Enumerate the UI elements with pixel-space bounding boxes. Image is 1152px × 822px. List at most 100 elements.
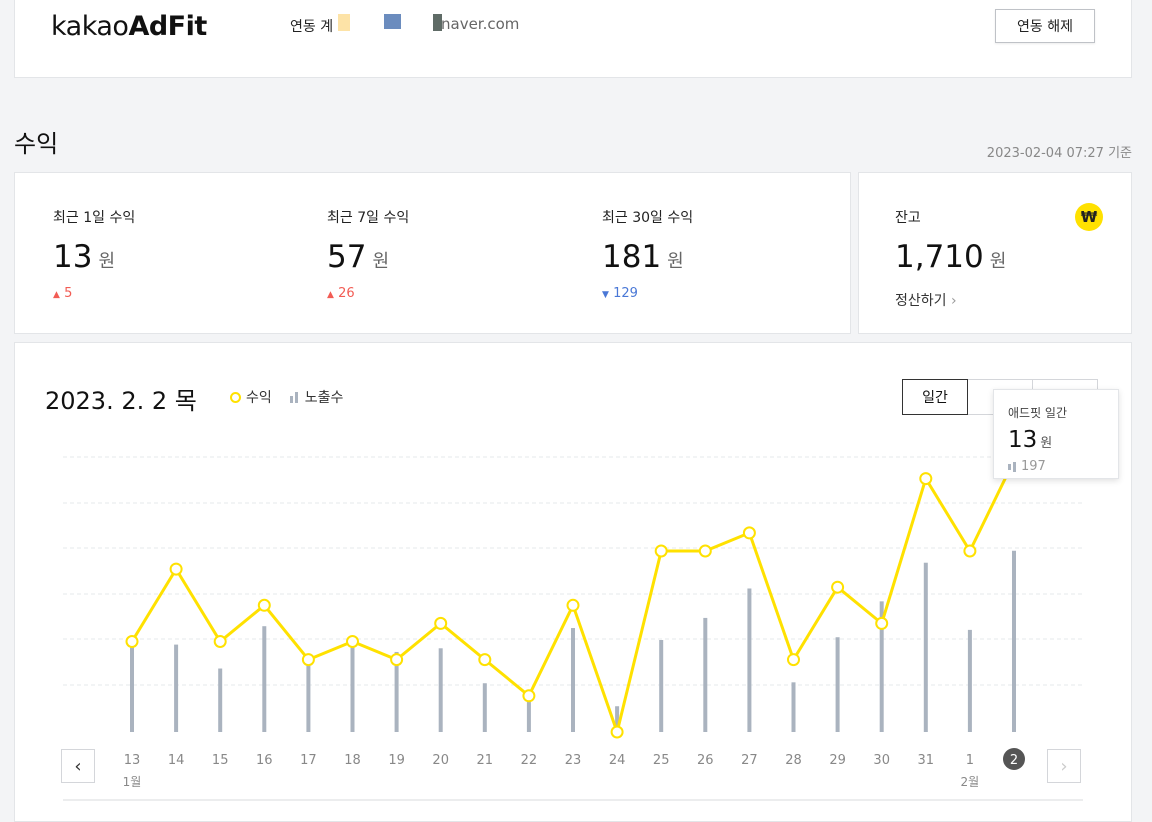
revenue-point — [698, 544, 712, 558]
chart-next-button[interactable]: › — [1047, 749, 1081, 783]
x-tick-label: 31 — [918, 753, 935, 768]
month-label: 2월 — [961, 775, 980, 789]
chevron-right-icon: › — [1060, 755, 1068, 777]
balance-label: 잔고 — [895, 210, 921, 226]
logo-light-text: kakao — [51, 11, 129, 42]
revenue-point — [654, 544, 668, 558]
revenue-point — [522, 689, 536, 703]
impression-bar — [703, 617, 708, 732]
impression-bar — [438, 648, 443, 732]
tab-daily[interactable]: 일간 — [902, 379, 968, 415]
revenue-point — [434, 616, 448, 630]
chart-tooltip: 애드핏 일간 13 원 197 — [993, 389, 1119, 479]
stat-value: 57 원 — [327, 239, 390, 275]
impression-bar — [130, 640, 134, 732]
chevron-right-icon: › — [950, 293, 957, 309]
impression-bar — [747, 588, 752, 732]
revenue-point — [742, 526, 756, 540]
won-coin-icon: ₩ — [1075, 203, 1103, 231]
revenue-point — [610, 725, 624, 739]
x-tick-label: 17 — [300, 753, 317, 768]
unlink-button[interactable]: 연동 해제 — [995, 9, 1095, 43]
impression-bar — [571, 628, 575, 732]
triangle-up-icon: ▲ — [327, 290, 334, 300]
account-swatch-2 — [384, 14, 401, 29]
stat-value: 13 원 — [53, 239, 116, 275]
stat-label: 최근 7일 수익 — [327, 210, 410, 226]
impression-bar — [835, 637, 840, 732]
x-tick-label: 21 — [477, 753, 494, 768]
x-tick-label: 26 — [697, 753, 714, 768]
x-tick-label: 27 — [741, 753, 758, 768]
revenue-point — [787, 653, 800, 667]
x-tick-label: 18 — [344, 753, 361, 768]
chart-prev-button[interactable]: ‹ — [61, 749, 95, 783]
stat-change-down: ▼ 129 — [602, 286, 638, 301]
chevron-left-icon: ‹ — [74, 755, 82, 777]
revenue-point — [390, 653, 404, 667]
stat-7day: 최근 7일 수익 57 원 ▲ 26 — [327, 207, 409, 301]
tooltip-value: 13 원 — [1008, 427, 1053, 453]
stat-1day: 최근 1일 수익 13 원 ▲ 5 — [53, 207, 135, 301]
impression-bar — [174, 644, 179, 732]
stat-30day: 최근 30일 수익 181 원 ▼ 129 — [602, 207, 693, 301]
tooltip-title: 애드핏 일간 — [1008, 406, 1068, 420]
x-tick-label: 1 — [966, 753, 974, 768]
revenue-point — [566, 598, 580, 612]
account-swatch-1 — [338, 14, 350, 31]
x-tick-label: 29 — [829, 753, 846, 768]
triangle-down-icon: ▼ — [602, 290, 609, 300]
x-tick-label: 20 — [432, 753, 449, 768]
balance-card: 잔고 1,710 원 정산하기 › ₩ — [858, 172, 1132, 334]
stat-value: 181 원 — [602, 239, 684, 275]
revenue-point — [257, 598, 271, 612]
stat-label: 최근 1일 수익 — [53, 210, 136, 226]
revenue-point — [963, 544, 977, 558]
stat-change-up: ▲ 26 — [327, 286, 355, 301]
x-tick-label: 13 — [124, 753, 141, 768]
x-tick-label: 30 — [873, 753, 890, 768]
x-tick-label: 2 — [1010, 753, 1018, 768]
linked-account-text: naver.com — [441, 15, 520, 33]
revenue-point — [919, 472, 933, 486]
section-title: 수익 — [14, 130, 59, 158]
revenue-stats-card: 최근 1일 수익 13 원 ▲ 5 최근 7일 수익 57 원 ▲ 26 최근 30… — [14, 172, 851, 334]
x-tick-label: 16 — [256, 753, 273, 768]
as-of-timestamp: 2023-02-04 07:27 기준 — [986, 146, 1132, 161]
revenue-point — [169, 562, 183, 576]
balance-stat: 잔고 1,710 원 정산하기 › — [895, 207, 1006, 310]
impression-bar — [482, 683, 487, 732]
header-bar: kakaoAdFit 연동 계 naver.com 연동 해제 — [14, 0, 1132, 78]
revenue-point — [831, 580, 845, 594]
stat-change-up: ▲ 5 — [53, 286, 73, 301]
impression-bar — [218, 668, 223, 732]
x-tick-label: 22 — [521, 753, 538, 768]
x-tick-label: 15 — [212, 753, 229, 768]
x-tick-label: 24 — [609, 753, 626, 768]
impression-bar — [791, 682, 796, 732]
x-tick-label: 25 — [653, 753, 670, 768]
stat-label: 최근 30일 수익 — [602, 210, 694, 226]
tooltip-impressions: 197 — [1008, 459, 1118, 474]
impression-bar — [306, 663, 311, 732]
settle-link[interactable]: 정산하기 › — [895, 290, 1006, 310]
revenue-point — [346, 635, 359, 648]
link-account-label: 연동 계 — [290, 19, 334, 35]
impression-bar — [350, 640, 355, 732]
impression-bar — [967, 629, 972, 732]
x-tick-label: 14 — [168, 753, 185, 768]
impression-bar — [1012, 550, 1016, 732]
impression-bar — [262, 626, 267, 732]
chart-card: 2023. 2. 2 목 수익 노출수 일간 13 14 15 16 17 18 19 20 2… — [14, 342, 1132, 822]
month-label: 1월 — [123, 775, 142, 789]
kakao-adfit-logo[interactable]: kakaoAdFit — [51, 11, 207, 42]
impression-bar — [923, 562, 928, 732]
impression-bar — [659, 640, 664, 732]
revenue-point — [875, 616, 889, 630]
revenue-point — [478, 653, 492, 667]
revenue-point — [301, 653, 315, 667]
revenue-point — [125, 635, 139, 648]
triangle-up-icon: ▲ — [53, 290, 60, 300]
x-tick-label: 23 — [565, 753, 582, 768]
x-tick-label: 28 — [785, 753, 802, 768]
